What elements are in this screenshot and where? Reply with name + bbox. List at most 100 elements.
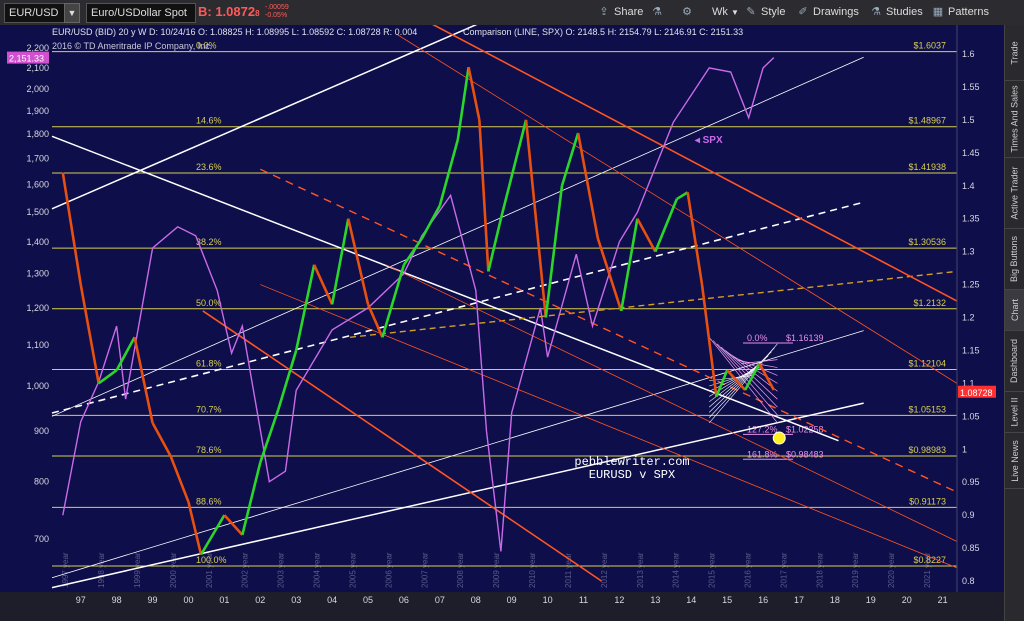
last-price-sub: 8 bbox=[255, 9, 260, 18]
share-icon: ⇪ bbox=[599, 6, 609, 18]
year-label: 2012 year bbox=[600, 552, 609, 588]
sidebar-tab-trade[interactable]: Trade bbox=[1005, 25, 1024, 81]
x-axis-tick: 12 bbox=[614, 595, 624, 605]
left-axis-tick: 1,000 bbox=[26, 381, 49, 391]
x-axis-tick: 02 bbox=[255, 595, 265, 605]
flask-button[interactable]: ⚗ bbox=[651, 3, 667, 21]
copyright-text: 2016 © TD Ameritrade IP Company, Inc. bbox=[52, 41, 212, 51]
x-axis-tick: 97 bbox=[76, 595, 86, 605]
sidebar-tab-label: Trade bbox=[1009, 40, 1020, 65]
right-axis-tick: 0.95 bbox=[962, 477, 980, 487]
year-label: 2017 year bbox=[779, 552, 788, 588]
year-label: 2004 year bbox=[313, 552, 322, 588]
fib-level-price: $1.30536 bbox=[908, 237, 946, 247]
year-label: 2000 year bbox=[169, 552, 178, 588]
chevron-down-icon: ▼ bbox=[730, 8, 739, 17]
year-label: 1999 year bbox=[133, 552, 142, 588]
share-label: Share bbox=[614, 6, 644, 18]
x-axis-tick: 07 bbox=[435, 595, 445, 605]
right-axis-tick: 1.55 bbox=[962, 82, 980, 92]
year-label: 2006 year bbox=[384, 552, 393, 588]
sidebar-tab-times-and-sales[interactable]: Times And Sales bbox=[1005, 81, 1024, 158]
aggregation-label: Wk bbox=[712, 6, 728, 18]
left-axis-tick: 1,100 bbox=[26, 340, 49, 350]
studies-label: Studies bbox=[886, 6, 923, 18]
symbol-dropdown-button[interactable]: ▼ bbox=[64, 3, 80, 23]
chart-toolbar: EUR/USD ▼ Euro/USDollar Spot B: 1.08728 … bbox=[0, 0, 1024, 26]
x-axis-tick: 15 bbox=[722, 595, 732, 605]
right-axis-tick: 1.05 bbox=[962, 411, 980, 421]
year-label: 2005 year bbox=[348, 552, 357, 588]
x-axis-tick: 05 bbox=[363, 595, 373, 605]
patterns-button[interactable]: ▦ Patterns bbox=[932, 3, 989, 21]
sidebar-tab-active-trader[interactable]: Active Trader bbox=[1005, 158, 1024, 229]
fib-level-pct: 50.0% bbox=[196, 298, 222, 308]
settings-button[interactable]: ⚙ bbox=[681, 3, 697, 21]
x-axis-tick: 17 bbox=[794, 595, 804, 605]
fib-level-pct: 88.6% bbox=[196, 496, 222, 506]
x-axis-tick: 10 bbox=[543, 595, 553, 605]
patterns-icon: ▦ bbox=[932, 6, 944, 18]
fib-level-price: $1.12104 bbox=[908, 359, 946, 369]
style-button[interactable]: ✎ Style bbox=[745, 3, 785, 21]
symbol-input[interactable]: EUR/USD bbox=[4, 3, 70, 23]
x-axis-tick: 19 bbox=[866, 595, 876, 605]
left-axis-tick: 1,300 bbox=[26, 269, 49, 279]
comparison-info-line: Comparison (LINE, SPX) O: 2148.5 H: 2154… bbox=[463, 27, 743, 37]
change-abs: -.00059 bbox=[265, 4, 289, 11]
studies-button[interactable]: ⚗ Studies bbox=[870, 3, 923, 21]
price-change: -.00059 -0.05% bbox=[265, 4, 289, 22]
year-label: 2015 year bbox=[708, 552, 717, 588]
fib-level-price: $1.48967 bbox=[908, 116, 946, 126]
right-axis-tick: 1 bbox=[962, 444, 967, 454]
x-axis-tick: 14 bbox=[686, 595, 696, 605]
extension-level-price: $1.16139 bbox=[786, 333, 824, 343]
fib-level-pct: 14.6% bbox=[196, 116, 222, 126]
x-axis-tick: 21 bbox=[938, 595, 948, 605]
extension-level-price: $0.98483 bbox=[786, 449, 824, 459]
left-axis-tick: 1,900 bbox=[26, 106, 49, 116]
sidebar-tab-label: Chart bbox=[1009, 298, 1020, 322]
right-sidebar: Trade Times And Sales Active Trader Big … bbox=[1004, 25, 1024, 621]
sidebar-tab-big-buttons[interactable]: Big Buttons bbox=[1005, 229, 1024, 290]
sidebar-tab-label: Live News bbox=[1009, 439, 1020, 482]
left-axis-tick: 1,500 bbox=[26, 207, 49, 217]
extension-level-pct: 0.0% bbox=[747, 333, 768, 343]
fib-level-pct: 70.7% bbox=[196, 404, 222, 414]
pencil-icon: ✐ bbox=[798, 6, 808, 18]
style-label: Style bbox=[761, 6, 786, 18]
x-axis-tick: 98 bbox=[112, 595, 122, 605]
aggregation-button[interactable]: Wk ▼ bbox=[712, 3, 739, 21]
fib-level-pct: 23.6% bbox=[196, 162, 222, 172]
year-label: 2020 year bbox=[887, 552, 896, 588]
target-marker bbox=[772, 431, 786, 445]
year-label: 1998 year bbox=[97, 552, 106, 588]
fib-level-price: $1.6037 bbox=[913, 41, 946, 51]
sidebar-tab-level-ii[interactable]: Level II bbox=[1005, 392, 1024, 433]
year-label: 2003 year bbox=[277, 552, 286, 588]
right-axis-tick: 1.45 bbox=[962, 148, 980, 158]
sidebar-tab-chart[interactable]: Chart bbox=[1005, 290, 1024, 331]
fib-level-price: $1.05153 bbox=[908, 404, 946, 414]
left-axis-tick: 1,700 bbox=[26, 154, 49, 164]
sidebar-tab-dashboard[interactable]: Dashboard bbox=[1005, 331, 1024, 392]
last-price: B: 1.08728 bbox=[198, 3, 260, 21]
drawings-button[interactable]: ✐ Drawings bbox=[797, 3, 858, 21]
right-axis-tick: 1.3 bbox=[962, 247, 975, 257]
sidebar-tab-live-news[interactable]: Live News bbox=[1005, 433, 1024, 489]
share-button[interactable]: ⇪ Share bbox=[598, 3, 643, 21]
patterns-label: Patterns bbox=[948, 6, 989, 18]
year-label: 2008 year bbox=[456, 552, 465, 588]
price-chart[interactable]: 1997 year 1998 year 1999 year 2000 year 20 01… bbox=[0, 25, 1004, 621]
fib-level-price: $1.41938 bbox=[908, 162, 946, 172]
sidebar-tab-label: Big Buttons bbox=[1009, 235, 1020, 283]
left-axis-tick: 900 bbox=[34, 426, 49, 436]
flask-icon: ⚗ bbox=[652, 6, 662, 18]
right-axis-tick: 1.6 bbox=[962, 49, 975, 59]
year-label: 2010 year bbox=[528, 552, 537, 588]
x-axis-tick: 99 bbox=[148, 595, 158, 605]
year-label: 2007 year bbox=[420, 552, 429, 588]
spx-price-text: 2,151.33 bbox=[9, 54, 44, 64]
year-label: 2016 year bbox=[744, 552, 753, 588]
x-axis-tick: 20 bbox=[902, 595, 912, 605]
